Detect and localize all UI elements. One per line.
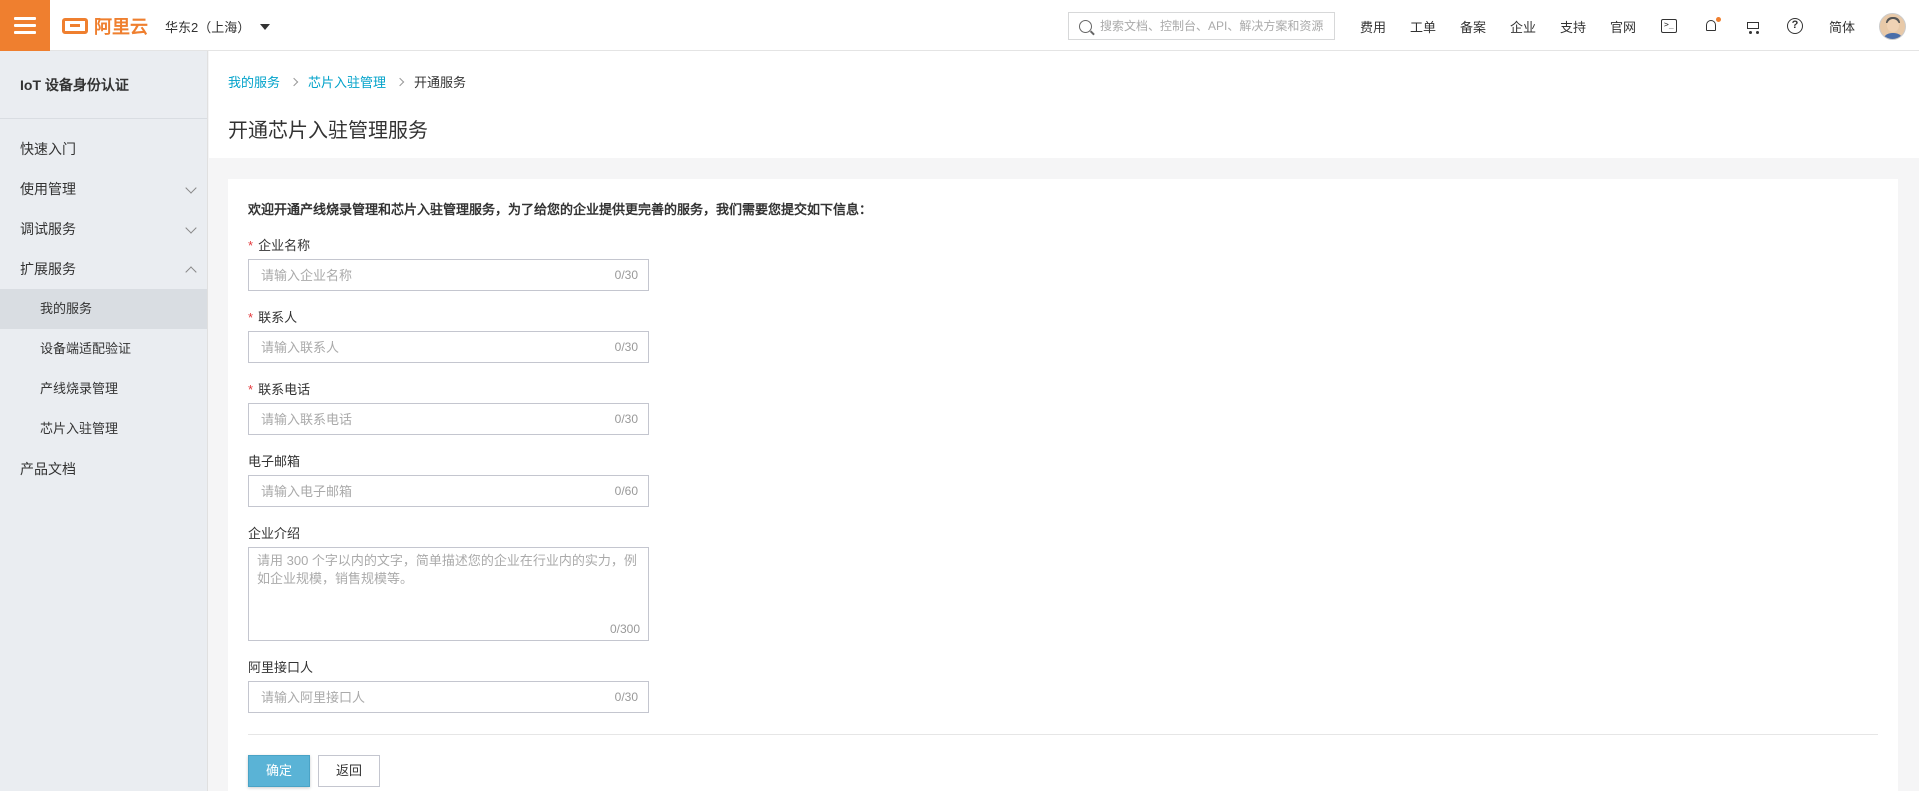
sidebar-item-label: 快速入门: [20, 141, 76, 157]
sidebar-item-label: 使用管理: [20, 181, 76, 197]
phone-label: * 联系电话: [248, 379, 310, 398]
page-title: 开通芯片入驻管理服务: [228, 120, 428, 142]
help-icon[interactable]: ?: [1787, 18, 1803, 34]
contact-field[interactable]: 0/30: [248, 331, 649, 363]
notification-dot: [1716, 17, 1721, 22]
ali-contact-field[interactable]: 0/30: [248, 681, 649, 713]
form-intro-text: 欢迎开通产线烧录管理和芯片入驻管理服务，为了给您的企业提供更完善的服务，我们需要…: [248, 202, 873, 217]
sidebar-item-label: 产线烧录管理: [40, 381, 119, 396]
breadcrumb-chip-onboarding[interactable]: 芯片入驻管理: [308, 72, 386, 91]
top-navigation-bar: 阿里云 华东2（上海） 费用 工单 备案 企业 支持 官网 简体 ?: [0, 0, 1919, 51]
required-mark: *: [248, 238, 254, 253]
char-counter: 0/60: [614, 484, 638, 498]
email-field[interactable]: 0/60: [248, 475, 649, 507]
char-counter: 0/30: [614, 690, 638, 704]
company-name-field[interactable]: 0/30: [248, 259, 649, 291]
sidebar-item-label: 调试服务: [20, 221, 76, 237]
sidebar-item-my-services[interactable]: 我的服务: [0, 289, 207, 329]
char-counter: 0/300: [609, 622, 640, 636]
company-name-label-text: 企业名称: [258, 238, 311, 253]
ali-contact-input[interactable]: [261, 682, 591, 712]
email-input[interactable]: [261, 476, 591, 506]
char-counter: 0/30: [614, 412, 638, 426]
sidebar-item-label: 芯片入驻管理: [40, 421, 119, 436]
back-button[interactable]: 返回: [318, 755, 380, 787]
phone-field[interactable]: 0/30: [248, 403, 649, 435]
nav-enterprise[interactable]: 企业: [1510, 17, 1536, 36]
required-mark: *: [248, 310, 254, 325]
contact-input[interactable]: [261, 332, 591, 362]
phone-label-text: 联系电话: [258, 382, 311, 397]
char-counter: 0/30: [614, 268, 638, 282]
sidebar-item-debug-service[interactable]: 调试服务: [0, 209, 207, 249]
sidebar-item-label: 产品文档: [20, 461, 76, 477]
sidebar-item-label: 设备端适配验证: [40, 341, 132, 356]
company-intro-field[interactable]: 0/300: [248, 547, 649, 641]
chevron-right-icon: [395, 77, 405, 86]
chevron-down-icon: [185, 182, 197, 194]
breadcrumb-my-services[interactable]: 我的服务: [228, 72, 280, 91]
sidebar-item-usage-management[interactable]: 使用管理: [0, 169, 207, 209]
sidebar-item-product-docs[interactable]: 产品文档: [0, 449, 207, 489]
sidebar-item-label: 我的服务: [40, 301, 93, 316]
nav-language[interactable]: 简体: [1829, 17, 1855, 36]
terminal-icon[interactable]: [1661, 19, 1677, 33]
activation-form: 欢迎开通产线烧录管理和芯片入驻管理服务，为了给您的企业提供更完善的服务，我们需要…: [228, 179, 1898, 791]
company-intro-textarea[interactable]: [257, 552, 641, 612]
sidebar-item-extended-services[interactable]: 扩展服务: [0, 249, 207, 289]
required-mark: *: [248, 382, 254, 397]
sidebar-item-device-adaptation[interactable]: 设备端适配验证: [0, 329, 207, 369]
sidebar-item-production-burning[interactable]: 产线烧录管理: [0, 369, 207, 409]
chevron-up-icon: [185, 266, 197, 278]
ali-contact-label: 阿里接口人: [248, 660, 314, 675]
page-header: 我的服务 芯片入驻管理 开通服务 开通芯片入驻管理服务: [209, 51, 1919, 158]
chevron-down-icon: [185, 222, 197, 234]
company-name-label: * 企业名称: [248, 235, 310, 254]
phone-input[interactable]: [261, 404, 591, 434]
sidebar: IoT 设备身份认证 快速入门 使用管理 调试服务 扩展服务 我的服务 设备端适…: [0, 51, 208, 791]
contact-label: * 联系人: [248, 307, 297, 326]
sidebar-title: IoT 设备身份认证: [0, 51, 207, 119]
main-content: 我的服务 芯片入驻管理 开通服务 开通芯片入驻管理服务 欢迎开通产线烧录管理和芯…: [209, 51, 1919, 791]
email-label: 电子邮箱: [248, 454, 301, 469]
cart-icon[interactable]: [1744, 19, 1762, 35]
breadcrumb-current: 开通服务: [414, 75, 467, 90]
nav-fees[interactable]: 费用: [1360, 17, 1386, 36]
breadcrumb: 我的服务 芯片入驻管理 开通服务: [228, 72, 466, 91]
sidebar-item-quickstart[interactable]: 快速入门: [0, 129, 207, 169]
company-name-input[interactable]: [261, 260, 591, 290]
char-counter: 0/30: [614, 340, 638, 354]
avatar[interactable]: [1879, 13, 1906, 40]
nav-icp[interactable]: 备案: [1460, 17, 1486, 36]
contact-label-text: 联系人: [258, 310, 298, 325]
company-intro-label: 企业介绍: [248, 526, 301, 541]
nav-tickets[interactable]: 工单: [1410, 17, 1436, 36]
bell-icon[interactable]: [1704, 17, 1721, 33]
confirm-button[interactable]: 确定: [248, 755, 310, 787]
chevron-right-icon: [289, 77, 299, 86]
nav-support[interactable]: 支持: [1560, 17, 1586, 36]
sidebar-item-label: 扩展服务: [20, 261, 76, 277]
sidebar-item-chip-onboarding[interactable]: 芯片入驻管理: [0, 409, 207, 449]
form-divider: [248, 734, 1878, 735]
nav-official[interactable]: 官网: [1610, 17, 1636, 36]
